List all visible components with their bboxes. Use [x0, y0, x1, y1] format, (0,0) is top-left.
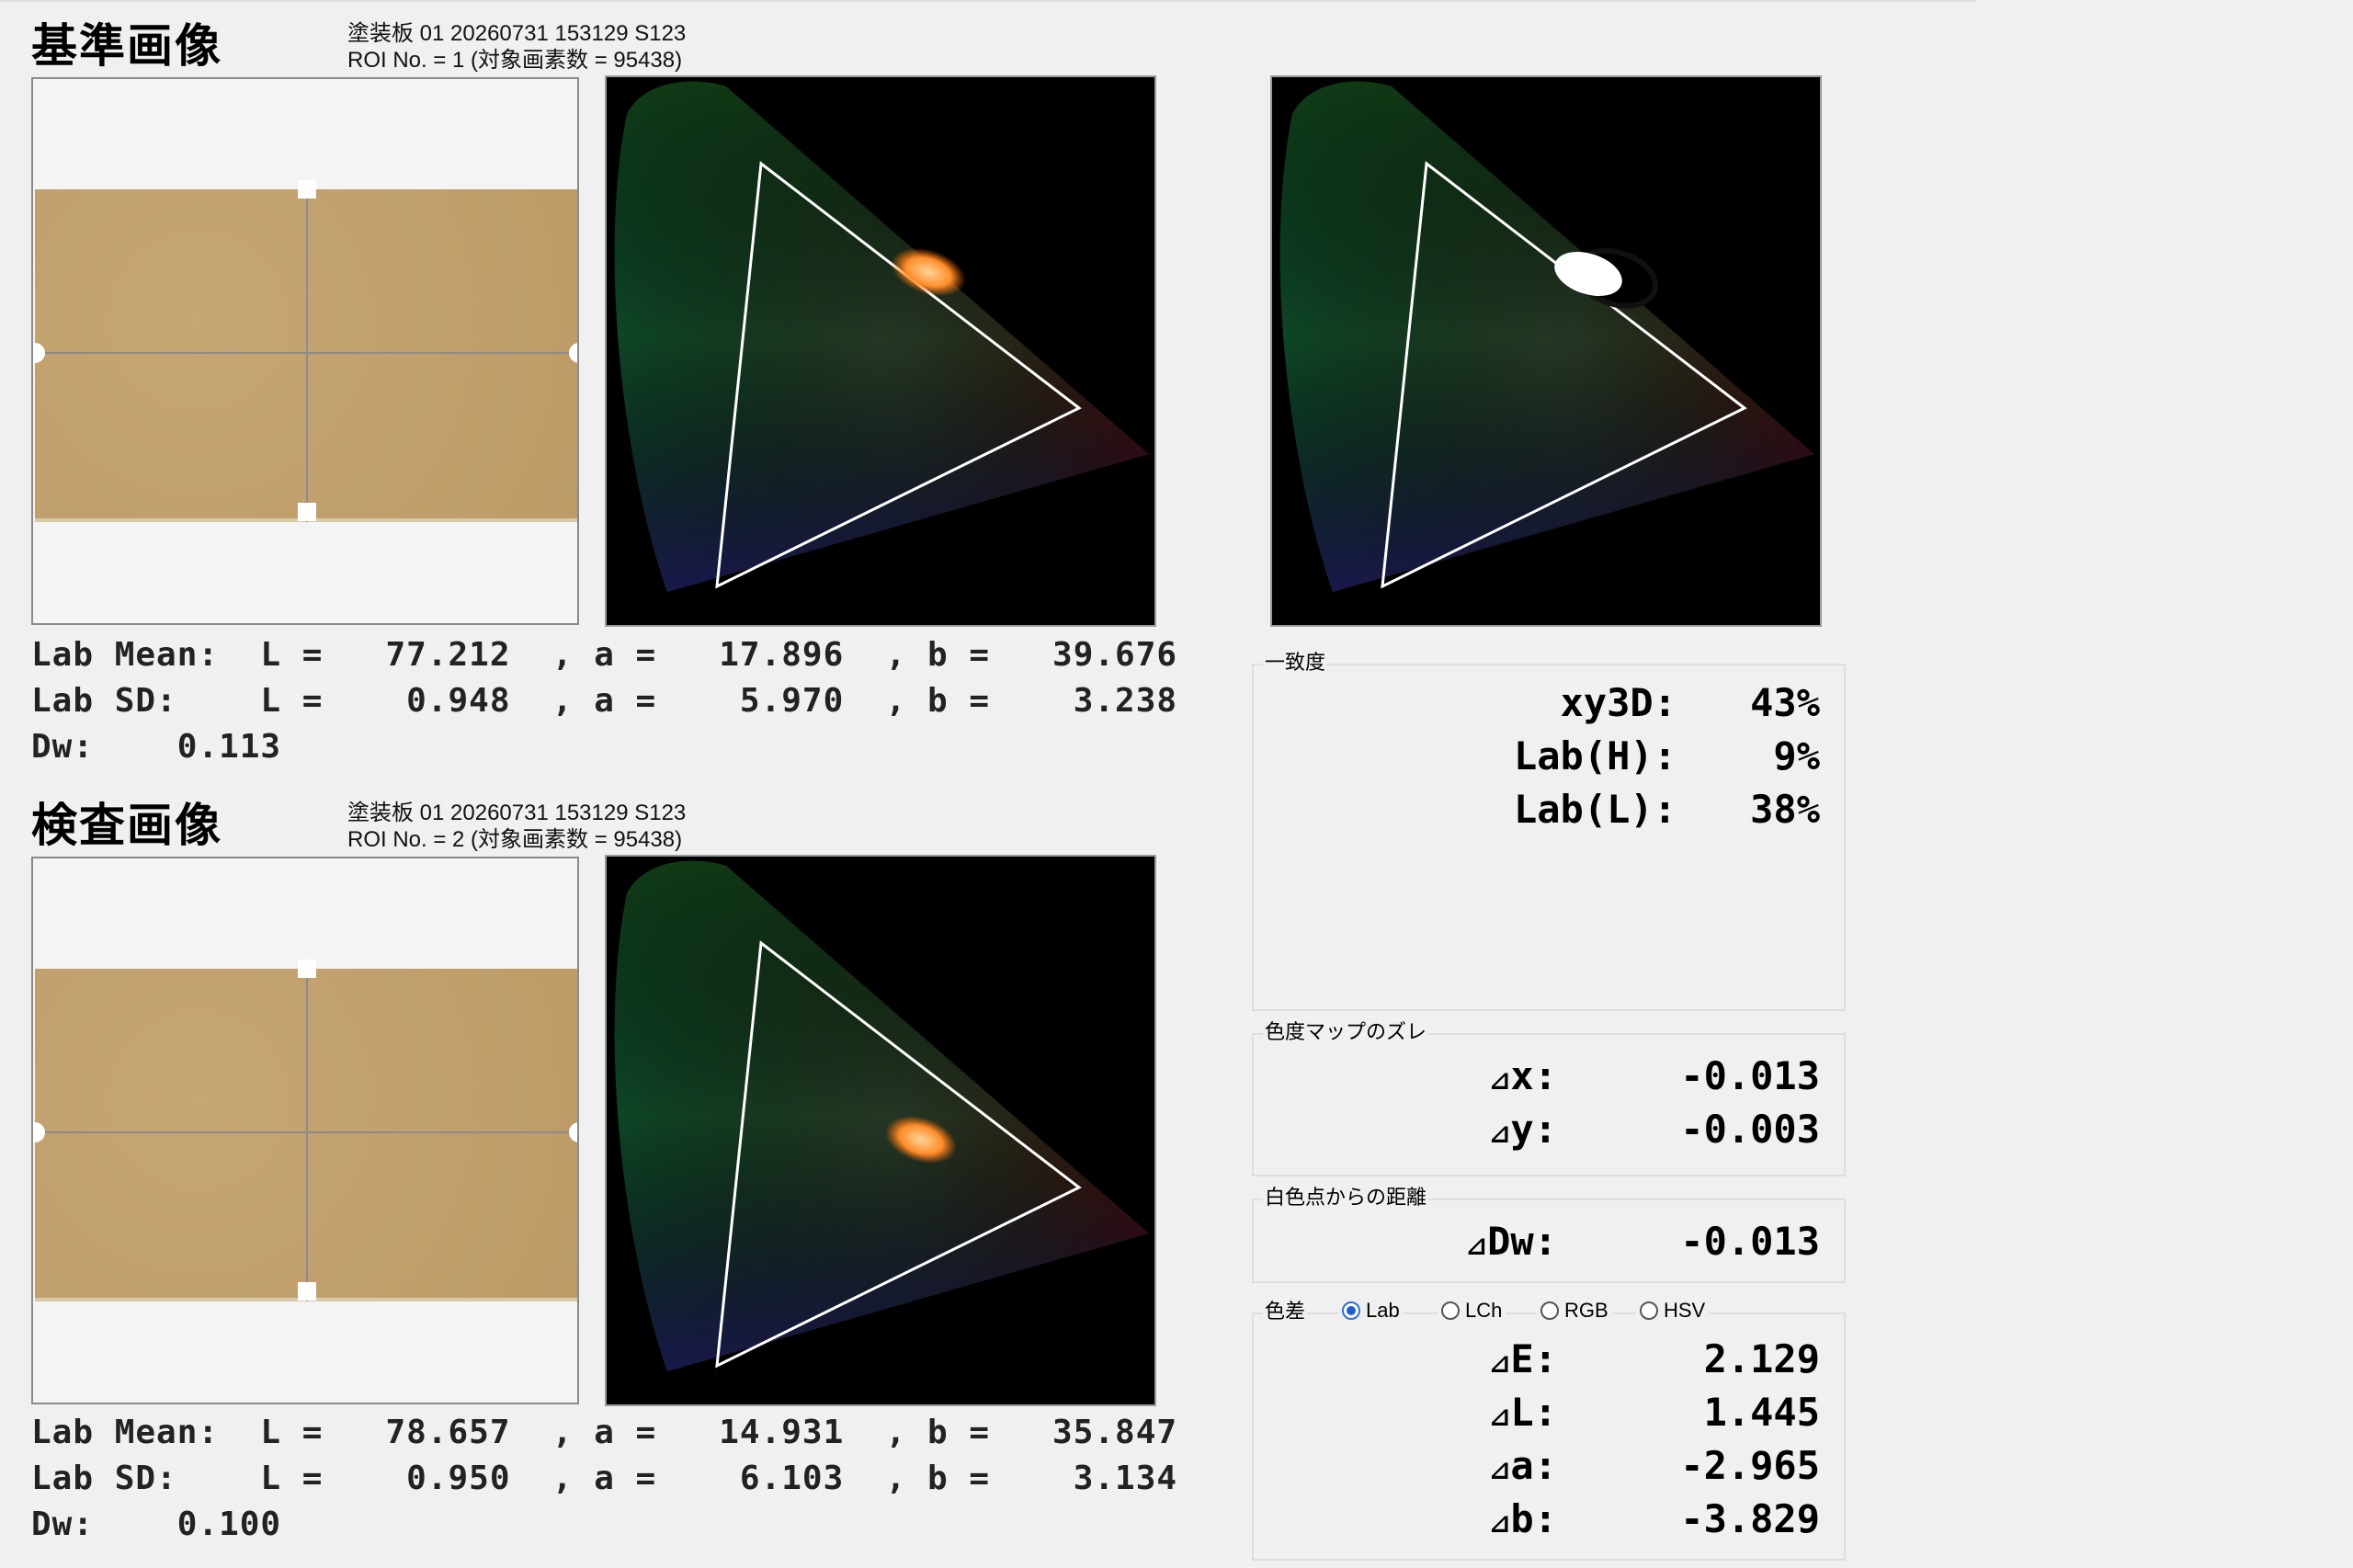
- color-mode-rgb[interactable]: RGB: [1537, 1299, 1612, 1323]
- inspection-title: 検査画像: [31, 798, 222, 852]
- delta-icon: ⊿: [1488, 1348, 1511, 1379]
- reference-dw: Dw: 0.113: [31, 728, 282, 766]
- roi-handle-top[interactable]: [298, 180, 316, 199]
- reference-chromaticity-chart: [605, 75, 1156, 627]
- reference-image-panel[interactable]: [31, 77, 579, 625]
- inspection-lab-mean: Lab Mean: L = 78.657 , a = 14.931 , b = …: [31, 1414, 1178, 1451]
- color-mode-lab[interactable]: Lab: [1338, 1299, 1404, 1323]
- inspection-image-panel[interactable]: [31, 857, 579, 1404]
- lab-l-value: 38%: [1750, 787, 1820, 832]
- roi-handle-bottom[interactable]: [298, 1282, 316, 1301]
- roi-handle-top[interactable]: [298, 960, 316, 978]
- delta-icon: ⊿: [1488, 1119, 1511, 1149]
- db-value: -3.829: [1680, 1496, 1820, 1541]
- reference-meta-line1: 塗装板 01 20260731 153129 S123: [347, 21, 687, 46]
- match-group-label: 一致度: [1263, 651, 1328, 675]
- inspection-lab-sd: Lab SD: L = 0.950 , a = 6.103 , b = 3.13…: [31, 1460, 1178, 1497]
- radio-lch[interactable]: [1441, 1301, 1460, 1320]
- de-label: ⊿E:: [1488, 1336, 1557, 1381]
- radio-lab[interactable]: [1342, 1301, 1360, 1320]
- color-mode-hsv[interactable]: HSV: [1636, 1299, 1710, 1323]
- reference-lab-mean: Lab Mean: L = 77.212 , a = 17.896 , b = …: [31, 636, 1178, 674]
- white-distance-label: 白色点からの距離: [1263, 1186, 1429, 1210]
- reference-title: 基準画像: [31, 18, 222, 73]
- delta-icon: ⊿: [1488, 1402, 1511, 1432]
- top-border: [0, 0, 1976, 2]
- db-label: ⊿b:: [1488, 1496, 1557, 1541]
- xy3d-value: 43%: [1750, 680, 1820, 725]
- roi-handle-bottom[interactable]: [298, 503, 316, 521]
- radio-rgb[interactable]: [1540, 1301, 1559, 1320]
- match-mask-chart: [1270, 75, 1822, 627]
- inspection-meta-line2: ROI No. = 2 (対象画素数 = 95438): [347, 827, 683, 852]
- dx-label: ⊿x:: [1488, 1053, 1557, 1098]
- delta-icon: ⊿: [1465, 1231, 1488, 1261]
- dy-label: ⊿y:: [1488, 1107, 1557, 1152]
- reference-meta-line2: ROI No. = 1 (対象画素数 = 95438): [347, 48, 683, 73]
- lab-l-label: Lab(L):: [1513, 787, 1677, 832]
- delta-icon: ⊿: [1488, 1455, 1511, 1485]
- da-value: -2.965: [1680, 1443, 1820, 1488]
- inspection-meta-line1: 塗装板 01 20260731 153129 S123: [347, 801, 687, 825]
- color-diff-label: 色差: [1263, 1300, 1308, 1324]
- de-value: 2.129: [1703, 1336, 1820, 1381]
- radio-hsv[interactable]: [1640, 1301, 1658, 1320]
- dw-label: ⊿Dw:: [1465, 1219, 1557, 1264]
- roi-vertical-guide: [306, 189, 308, 522]
- dw-value: -0.013: [1680, 1219, 1820, 1264]
- delta-icon: ⊿: [1488, 1065, 1511, 1096]
- dl-label: ⊿L:: [1488, 1390, 1557, 1435]
- chroma-shift-label: 色度マップのズレ: [1263, 1020, 1429, 1044]
- inspection-chromaticity-chart: [605, 855, 1156, 1406]
- color-mode-lch[interactable]: LCh: [1438, 1299, 1506, 1323]
- dl-value: 1.445: [1703, 1390, 1820, 1435]
- da-label: ⊿a:: [1488, 1443, 1557, 1488]
- dx-value: -0.013: [1680, 1053, 1820, 1098]
- delta-icon: ⊿: [1488, 1508, 1511, 1539]
- inspection-dw: Dw: 0.100: [31, 1506, 282, 1543]
- xy3d-label: xy3D:: [1560, 680, 1677, 725]
- dy-value: -0.003: [1680, 1107, 1820, 1152]
- lab-h-label: Lab(H):: [1513, 733, 1677, 778]
- lab-h-value: 9%: [1773, 733, 1820, 778]
- roi-vertical-guide: [306, 969, 308, 1301]
- reference-lab-sd: Lab SD: L = 0.948 , a = 5.970 , b = 3.23…: [31, 682, 1178, 720]
